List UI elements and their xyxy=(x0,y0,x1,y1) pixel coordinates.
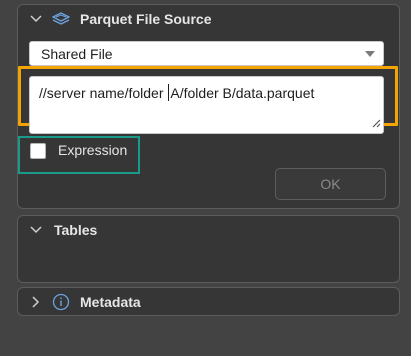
chevron-down-icon[interactable] xyxy=(26,15,46,23)
chevron-down-icon[interactable] xyxy=(26,226,46,234)
resize-grip-icon[interactable] xyxy=(372,115,381,131)
info-icon xyxy=(52,293,70,311)
tables-panel: Tables xyxy=(17,215,400,283)
tables-panel-title: Tables xyxy=(54,222,98,238)
path-text-before-caret: //server name/folder xyxy=(39,85,168,101)
metadata-panel-title: Metadata xyxy=(80,294,141,310)
expression-checkbox[interactable] xyxy=(30,143,46,159)
metadata-panel-header[interactable]: Metadata xyxy=(26,288,141,316)
parquet-panel-title: Parquet File Source xyxy=(80,11,212,27)
parquet-layers-icon xyxy=(52,12,70,26)
chevron-right-icon[interactable] xyxy=(26,296,46,308)
parquet-file-source-panel: Parquet File Source Shared File //server… xyxy=(17,4,400,209)
parquet-panel-header[interactable]: Parquet File Source xyxy=(26,5,211,33)
path-text-after-caret: A/folder B/data.parquet xyxy=(170,85,315,101)
expression-label[interactable]: Expression xyxy=(58,142,127,158)
file-path-input[interactable]: //server name/folder A/folder B/data.par… xyxy=(29,76,384,134)
tables-panel-header[interactable]: Tables xyxy=(26,216,97,244)
ok-button-label: OK xyxy=(320,176,341,192)
ok-button[interactable]: OK xyxy=(275,168,386,200)
metadata-panel: Metadata xyxy=(17,287,400,316)
source-type-select[interactable]: Shared File xyxy=(29,41,384,66)
dropdown-arrow-icon[interactable] xyxy=(365,51,375,57)
source-type-value: Shared File xyxy=(41,45,113,62)
